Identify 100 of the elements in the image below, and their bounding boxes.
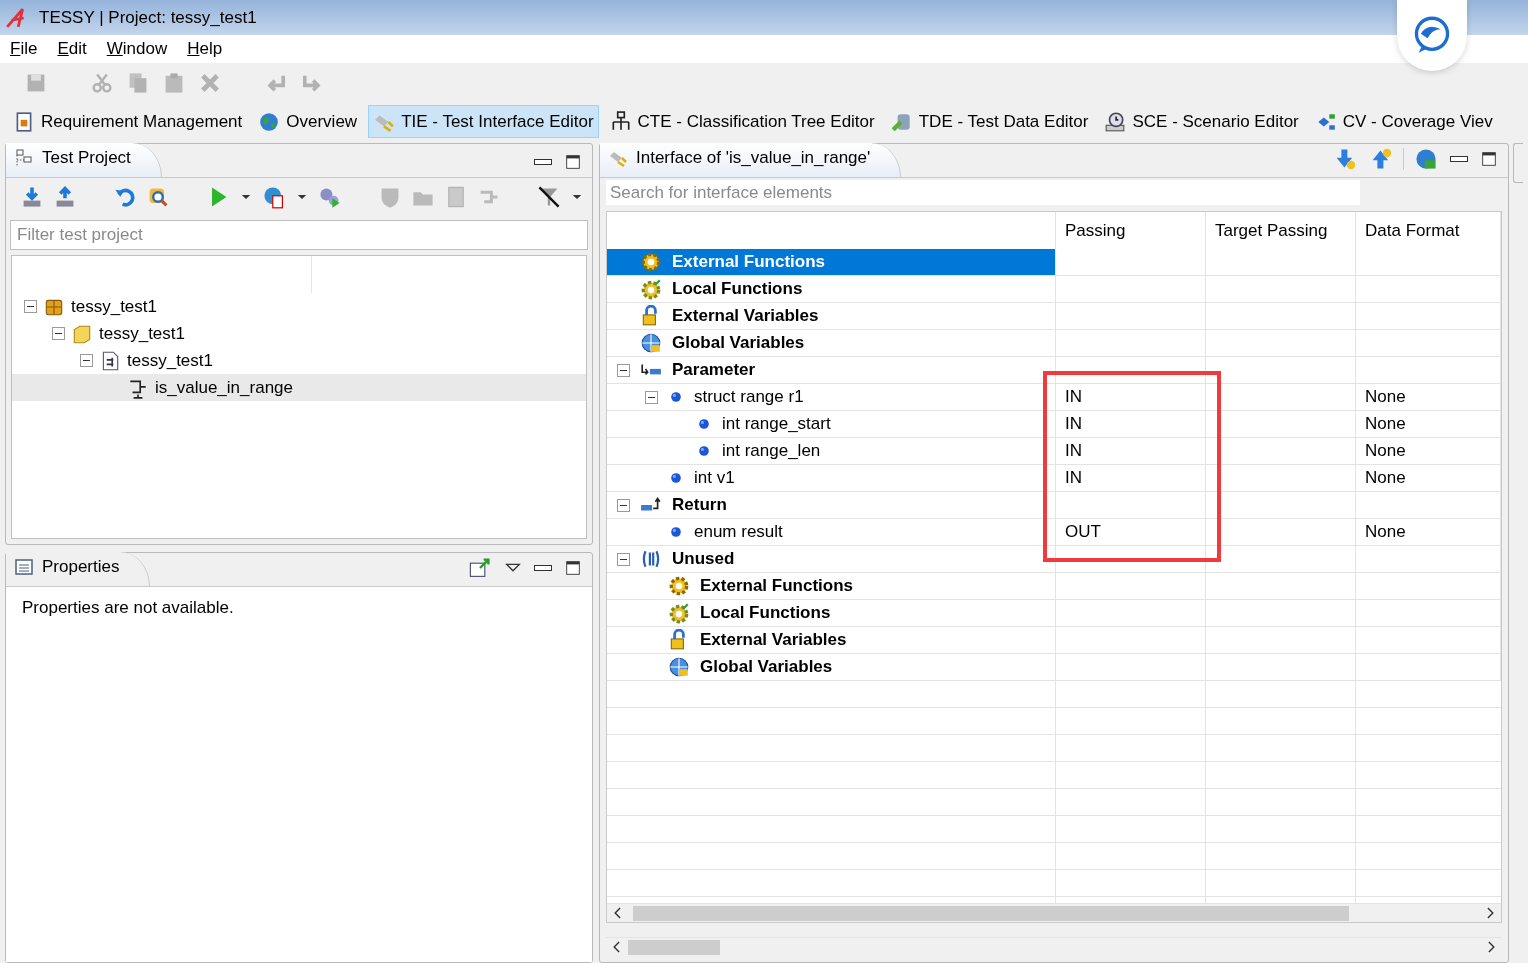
- tree-icon: [609, 110, 632, 133]
- tree-item[interactable]: Parameter: [607, 357, 1056, 383]
- report-icon: [262, 185, 286, 209]
- globe-icon: [258, 110, 281, 133]
- column-header[interactable]: Data Format: [1365, 217, 1460, 244]
- table-cell-text: IN: [1065, 386, 1082, 409]
- table-cell-text: None: [1365, 386, 1406, 409]
- collapse-toggle[interactable]: [617, 498, 630, 512]
- tree-item[interactable]: int range_len: [607, 438, 1056, 464]
- chat-button[interactable]: [1397, 0, 1467, 71]
- perspective-tab[interactable]: Overview: [253, 104, 363, 139]
- panel-tab[interactable]: Properties: [6, 552, 151, 586]
- item-label: tessy_test1: [99, 322, 185, 345]
- column-header[interactable]: Passing: [1065, 217, 1126, 244]
- tree-item[interactable]: struct range r1: [607, 384, 1056, 410]
- properties-icon: [14, 557, 34, 577]
- table-cell-text: None: [1365, 440, 1406, 463]
- tree-item[interactable]: External Variables: [607, 627, 1056, 653]
- globe-add-icon: [1414, 147, 1438, 171]
- brackets-icon: [640, 548, 662, 570]
- tree-item[interactable]: External Variables: [607, 303, 1056, 329]
- dot-icon: [668, 524, 684, 540]
- item-label: Unused: [672, 548, 735, 571]
- tree-item[interactable]: External Functions: [607, 573, 1056, 599]
- tree-item[interactable]: int range_start: [607, 411, 1056, 437]
- tree-item[interactable]: enum result: [607, 519, 1056, 545]
- item-label: Parameter: [672, 359, 756, 382]
- maximize-icon: [564, 559, 582, 577]
- menu-item[interactable]: Window: [106, 36, 168, 62]
- minimize-icon: [534, 159, 552, 165]
- item-label: External Variables: [700, 629, 847, 652]
- tree-item[interactable]: Local Functions: [607, 600, 1056, 626]
- tree-item[interactable]: External Functions: [607, 249, 1056, 275]
- window-title: TESSY | Project: tessy_test1: [39, 6, 257, 29]
- collapse-toggle[interactable]: [52, 327, 65, 340]
- item-label: External Functions: [672, 251, 826, 274]
- item-label: Return: [672, 494, 727, 517]
- tree-item[interactable]: Local Functions: [607, 276, 1056, 302]
- minimize-button[interactable]: [532, 159, 554, 165]
- collapse-toggle[interactable]: [645, 390, 658, 404]
- table-cell-text: OUT: [1065, 521, 1101, 544]
- panel-tab[interactable]: Interface of 'is_value_in_range': [600, 143, 902, 177]
- scrollbar-thumb[interactable]: [633, 905, 1349, 921]
- properties-message: Properties are not available.: [6, 587, 592, 962]
- globe-icon: [668, 656, 690, 678]
- clock-icon: [1104, 110, 1127, 133]
- collapse-toggle[interactable]: [617, 552, 630, 566]
- table-cell-text: IN: [1065, 440, 1082, 463]
- tree-icon: [14, 148, 34, 168]
- perspective-tab[interactable]: TIE - Test Interface Editor: [368, 104, 599, 139]
- item-label: External Functions: [700, 575, 854, 598]
- gear-icon: [640, 278, 662, 300]
- cut-icon: [90, 71, 114, 95]
- item-label: Local Functions: [700, 602, 831, 625]
- column-header[interactable]: Target Passing: [1215, 217, 1328, 244]
- maximize-icon: [1480, 150, 1498, 168]
- perspective-tab[interactable]: CTE - Classification Tree Editor: [604, 104, 880, 139]
- search-field[interactable]: Search for interface elements: [606, 180, 1360, 205]
- menu-item[interactable]: Edit: [57, 36, 87, 62]
- gear-icon: [668, 575, 690, 597]
- item-label: tessy_test1: [71, 295, 157, 318]
- minimize-button[interactable]: [1448, 156, 1470, 162]
- dot-icon: [696, 416, 712, 432]
- collapse-toggle[interactable]: [617, 363, 630, 377]
- collapse-toggle[interactable]: [24, 300, 37, 313]
- filter-field[interactable]: Filter test project: [10, 220, 588, 250]
- gear-icon: [640, 251, 662, 273]
- maximize-icon: [564, 153, 582, 171]
- dot-icon: [696, 443, 712, 459]
- perspective-tab[interactable]: SCE - Scenario Editor: [1099, 104, 1304, 139]
- tree-item[interactable]: is_value_in_range: [12, 374, 586, 401]
- tree-item[interactable]: Unused: [607, 546, 1056, 572]
- item-label: int v1: [694, 467, 735, 490]
- minimize-button[interactable]: [532, 565, 554, 571]
- menu-item[interactable]: File: [10, 36, 38, 62]
- menu-item[interactable]: Help: [187, 36, 223, 62]
- dot-icon: [668, 470, 684, 486]
- table-cell-text: IN: [1065, 467, 1082, 490]
- tree-item[interactable]: Return: [607, 492, 1056, 518]
- item-label: External Variables: [672, 305, 819, 328]
- dot-icon: [668, 389, 684, 405]
- item-label: struct range r1: [694, 386, 804, 409]
- tree-item[interactable]: tessy_test1: [12, 293, 586, 320]
- item-label: tessy_test1: [127, 349, 213, 372]
- tree-item[interactable]: Global Variables: [607, 330, 1056, 356]
- table-cell-text: IN: [1065, 413, 1082, 436]
- item-label: Global Variables: [672, 332, 805, 355]
- scrollbar-thumb[interactable]: [628, 939, 720, 955]
- collapse-toggle[interactable]: [80, 354, 93, 367]
- perspective-tab[interactable]: Requirement Management: [8, 104, 248, 139]
- table-cell-text: None: [1365, 521, 1406, 544]
- tree-item[interactable]: Global Variables: [607, 654, 1056, 680]
- table-cell-text: None: [1365, 413, 1406, 436]
- tree-item[interactable]: int v1: [607, 465, 1056, 491]
- tree-item[interactable]: tessy_test1: [12, 320, 586, 347]
- perspective-tab[interactable]: TDE - Test Data Editor: [885, 104, 1094, 139]
- globe-icon: [640, 332, 662, 354]
- panel-tab[interactable]: Test Project: [6, 143, 162, 177]
- tree-item[interactable]: tessy_test1: [12, 347, 586, 374]
- perspective-tab[interactable]: CV - Coverage Viev: [1309, 104, 1498, 139]
